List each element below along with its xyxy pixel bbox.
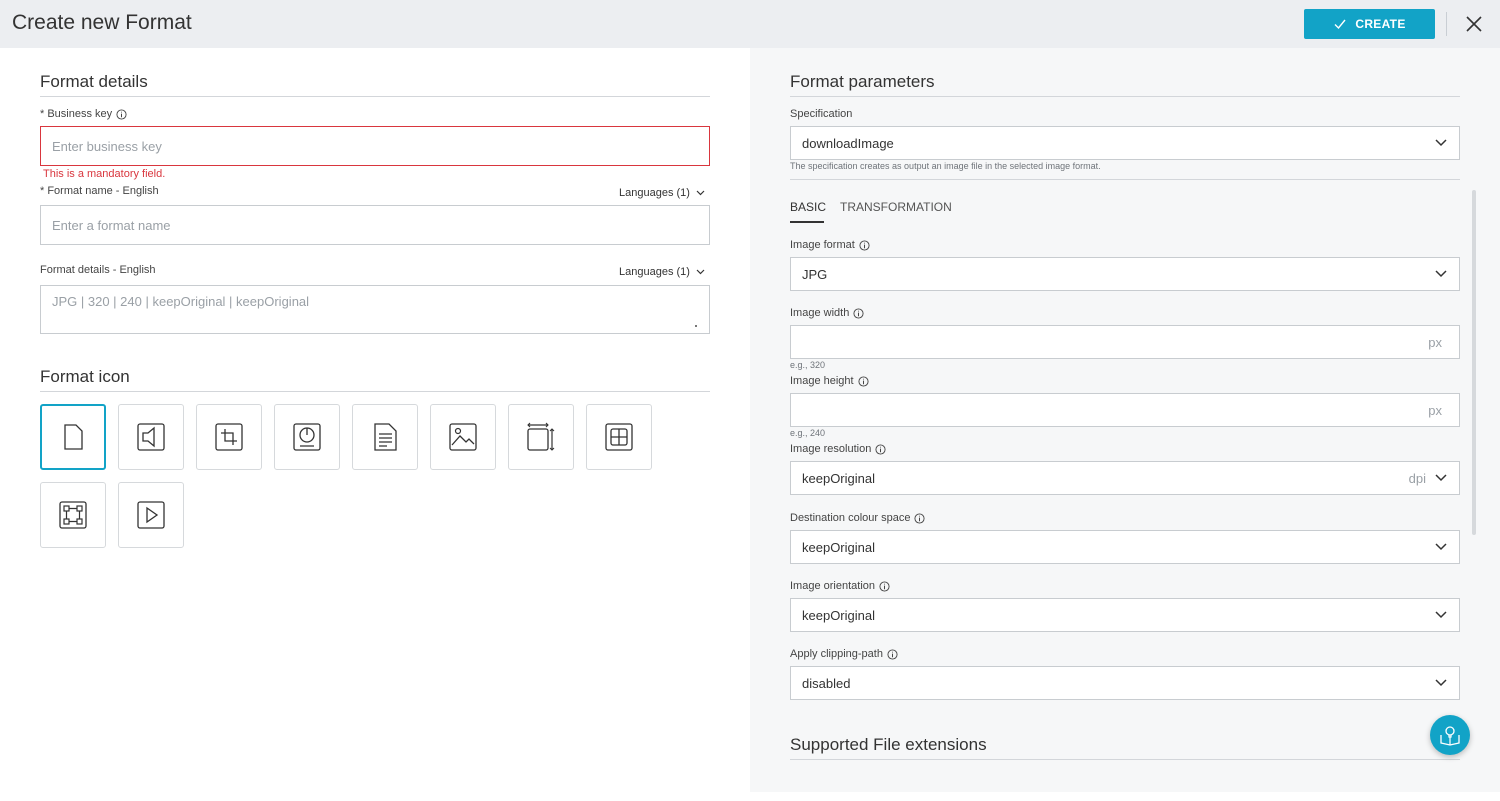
- header-divider: [1446, 12, 1447, 36]
- check-icon: [1334, 19, 1346, 30]
- clipping-path-label: Apply clipping-path: [790, 648, 898, 660]
- tab-basic-underline: [790, 221, 824, 223]
- image-format-select[interactable]: JPG: [790, 257, 1460, 291]
- image-height-unit: px: [1428, 403, 1442, 418]
- specification-hint: The specification creates as output an i…: [790, 161, 1101, 171]
- icon-tile-transform[interactable]: [40, 482, 106, 548]
- info-icon[interactable]: [914, 512, 926, 524]
- specification-rule: [790, 179, 1460, 180]
- format-parameters-title: Format parameters: [790, 72, 935, 91]
- format-parameters-rule: [790, 96, 1460, 97]
- create-button[interactable]: CREATE: [1304, 9, 1435, 39]
- format-name-languages[interactable]: Languages (1): [619, 187, 705, 199]
- icon-tile-image[interactable]: [430, 404, 496, 470]
- image-height-input[interactable]: px: [790, 393, 1460, 427]
- disc-icon: [293, 423, 321, 451]
- orientation-label: Image orientation: [790, 580, 890, 592]
- info-icon[interactable]: [879, 580, 890, 592]
- resize-icon: [527, 422, 555, 451]
- chevron-down-icon: [1435, 270, 1447, 278]
- colour-space-select[interactable]: keepOriginal: [790, 530, 1460, 564]
- image-height-label: Image height: [790, 375, 869, 387]
- crop-icon: [215, 423, 243, 451]
- icon-tile-crop[interactable]: [196, 404, 262, 470]
- info-icon[interactable]: [859, 239, 870, 251]
- grid-icon: [605, 423, 633, 451]
- icon-tile-audio[interactable]: [118, 404, 184, 470]
- chevron-down-icon: [1435, 474, 1447, 482]
- info-icon[interactable]: [875, 443, 886, 455]
- image-icon: [449, 423, 477, 451]
- image-height-hint: e.g., 240: [790, 428, 826, 438]
- header: Create new Format CREATE: [0, 0, 1500, 48]
- image-resolution-label: Image resolution: [790, 443, 886, 455]
- format-details-rule: [40, 96, 710, 97]
- format-details-languages[interactable]: Languages (1): [619, 266, 705, 278]
- book-lightbulb-icon: [1440, 726, 1460, 746]
- chevron-down-icon: [1435, 139, 1447, 147]
- page-title: Create new Format: [12, 11, 192, 34]
- icon-tile-video[interactable]: [118, 482, 184, 548]
- icon-tile-resize[interactable]: [508, 404, 574, 470]
- tab-transformation[interactable]: TRANSFORMATION: [840, 200, 952, 214]
- info-icon[interactable]: [116, 108, 127, 120]
- business-key-input[interactable]: Enter business key: [40, 126, 710, 166]
- info-icon[interactable]: [858, 375, 869, 387]
- chevron-down-icon: [1435, 679, 1447, 687]
- chevron-down-icon: [696, 269, 705, 275]
- chevron-down-icon: [1435, 611, 1447, 619]
- format-details-textarea[interactable]: JPG | 320 | 240 | keepOriginal | keepOri…: [40, 285, 710, 334]
- format-details-title: Format details: [40, 72, 148, 91]
- specification-label: Specification: [790, 108, 853, 120]
- specification-select[interactable]: downloadImage: [790, 126, 1460, 160]
- info-icon[interactable]: [887, 648, 898, 660]
- close-icon: [1466, 16, 1482, 32]
- image-width-input[interactable]: px: [790, 325, 1460, 359]
- format-details-label: Format details - English: [40, 264, 156, 276]
- tab-basic[interactable]: BASIC: [790, 200, 826, 214]
- resize-handle[interactable]: [695, 325, 697, 327]
- help-button[interactable]: [1430, 715, 1470, 755]
- chevron-down-icon: [1435, 543, 1447, 551]
- document-icon: [374, 423, 397, 451]
- close-button[interactable]: [1462, 12, 1486, 36]
- business-key-label: * Business key: [40, 108, 127, 120]
- image-width-hint: e.g., 320: [790, 360, 826, 370]
- audio-icon: [137, 423, 165, 451]
- scrollbar[interactable]: [1472, 190, 1476, 535]
- image-width-label: Image width: [790, 307, 864, 319]
- info-icon[interactable]: [853, 307, 864, 319]
- icon-tile-document[interactable]: [352, 404, 418, 470]
- clipping-path-select[interactable]: disabled: [790, 666, 1460, 700]
- chevron-down-icon: [696, 190, 705, 196]
- image-resolution-select[interactable]: keepOriginal dpi: [790, 461, 1460, 495]
- file-icon: [64, 424, 83, 450]
- orientation-select[interactable]: keepOriginal: [790, 598, 1460, 632]
- image-width-unit: px: [1428, 335, 1442, 350]
- supported-extensions-rule: [790, 759, 1460, 760]
- bottom-strip: [750, 792, 1500, 801]
- format-icon-rule: [40, 391, 710, 392]
- colour-space-label: Destination colour space: [790, 512, 926, 524]
- icon-tile-file[interactable]: [40, 404, 106, 470]
- format-name-label: * Format name - English: [40, 185, 159, 197]
- icon-tile-disc[interactable]: [274, 404, 340, 470]
- format-name-input[interactable]: Enter a format name: [40, 205, 710, 245]
- image-format-label: Image format: [790, 239, 870, 251]
- business-key-error: This is a mandatory field.: [43, 168, 166, 180]
- create-button-label: CREATE: [1355, 17, 1406, 31]
- image-resolution-unit: dpi: [1408, 471, 1426, 486]
- icon-tile-grid[interactable]: [586, 404, 652, 470]
- supported-extensions-title: Supported File extensions: [790, 735, 987, 754]
- transform-icon: [59, 501, 87, 529]
- video-icon: [137, 501, 165, 529]
- format-icon-title: Format icon: [40, 367, 130, 386]
